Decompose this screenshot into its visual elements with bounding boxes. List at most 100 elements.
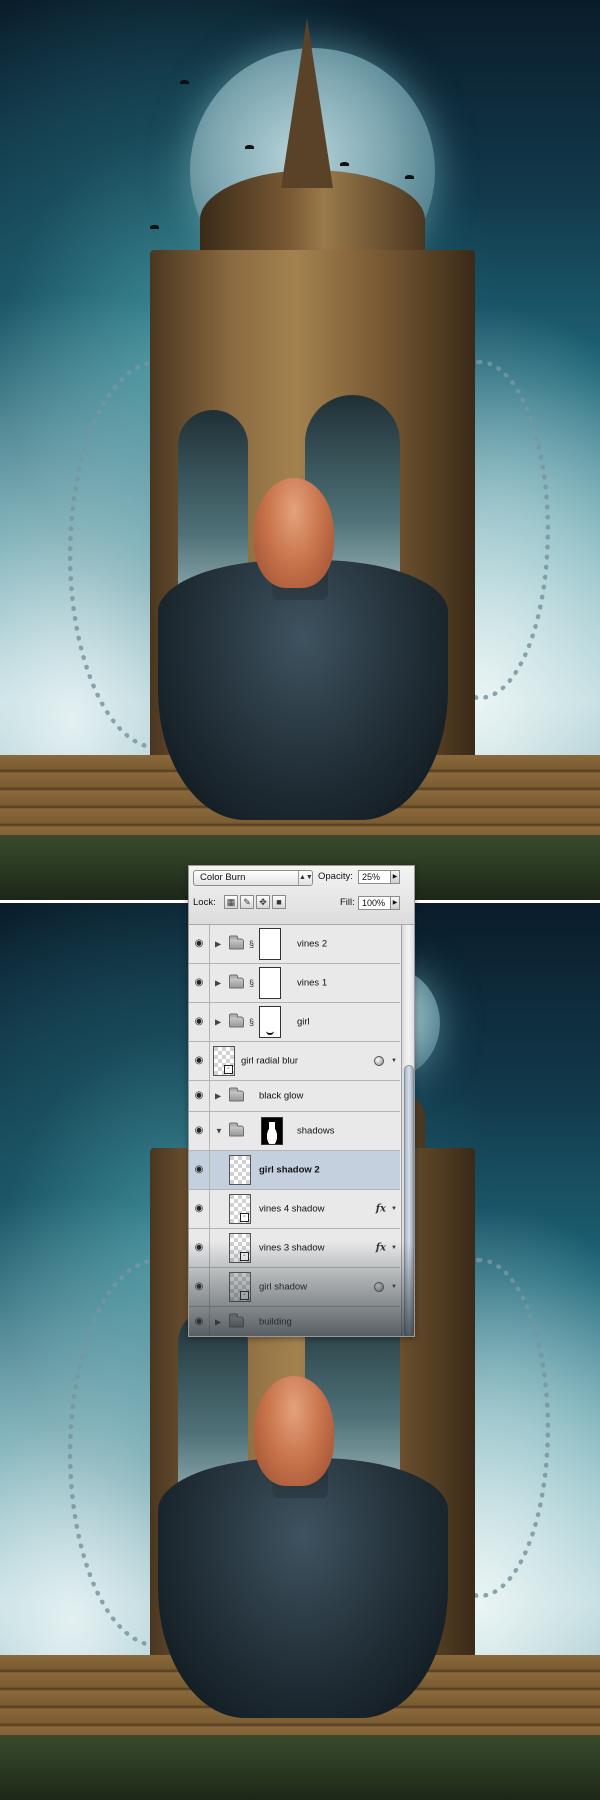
layers-scrollbar[interactable] — [401, 925, 414, 1336]
lock-image-pixels-button[interactable]: ✎ — [240, 895, 254, 909]
layer-name: vines 2 — [297, 938, 328, 950]
scrollbar-thumb[interactable] — [404, 1065, 414, 1336]
opacity-dropdown-arrow-icon[interactable]: ▶ — [390, 870, 400, 884]
layer-mask-thumbnail[interactable] — [259, 1006, 281, 1038]
fill-value: 100% — [362, 898, 386, 908]
expand-arrow-icon[interactable]: ▼ — [391, 1284, 397, 1290]
visibility-eye-icon[interactable]: ◉ — [189, 1042, 210, 1080]
visibility-eye-icon[interactable]: ◉ — [189, 964, 210, 1002]
smart-object-icon: ▫ — [240, 1213, 249, 1222]
layer-name: vines 3 shadow — [259, 1242, 325, 1254]
smart-object-icon: ▫ — [240, 1291, 249, 1300]
layer-thumbnail[interactable]: ▫ — [229, 1194, 251, 1224]
visibility-eye-icon[interactable]: ◉ — [189, 1268, 210, 1306]
layers-panel: Color Burn ▲▼ Opacity: 25% ▶ Lock: ▦ ✎ ✥… — [188, 865, 415, 1337]
layer-row-girl-shadow-2[interactable]: ◉ girl shadow 2 — [189, 1151, 400, 1190]
layer-row-girl-shadow[interactable]: ◉ ▫ girl shadow ▼ — [189, 1268, 400, 1307]
layer-mask-thumbnail[interactable] — [261, 1117, 283, 1145]
layer-thumbnail[interactable]: ▫ — [229, 1233, 251, 1263]
folder-icon — [229, 1313, 244, 1328]
layers-panel-options: Color Burn ▲▼ Opacity: 25% ▶ Lock: ▦ ✎ ✥… — [189, 866, 414, 925]
collapse-triangle-icon[interactable]: ▼ — [215, 1127, 223, 1136]
link-chain-icon[interactable]: § — [249, 939, 254, 949]
opacity-field[interactable]: 25% ▶ — [358, 870, 400, 884]
link-chain-icon[interactable]: § — [249, 978, 254, 988]
grass-ground — [0, 1735, 600, 1800]
layer-mask-thumbnail[interactable] — [259, 928, 281, 960]
layer-name: girl shadow 2 — [259, 1164, 320, 1176]
visibility-eye-icon[interactable]: ◉ — [189, 1307, 210, 1336]
layer-thumbnail[interactable]: ▫ — [213, 1046, 235, 1076]
bird — [180, 80, 189, 84]
layer-row-black-glow[interactable]: ◉ ▶ black glow — [189, 1081, 400, 1112]
smart-object-icon: ▫ — [240, 1252, 249, 1261]
expand-triangle-icon[interactable]: ▶ — [215, 979, 221, 988]
lock-transparent-pixels-button[interactable]: ▦ — [224, 895, 238, 909]
girl-hair — [254, 478, 334, 588]
bird — [405, 175, 414, 179]
layer-effects-fx-icon[interactable]: fx — [376, 1243, 386, 1254]
tower-spire — [281, 18, 333, 188]
smart-filter-icon[interactable] — [374, 1056, 384, 1066]
layer-name: girl — [297, 1016, 310, 1028]
blend-mode-value: Color Burn — [200, 872, 246, 883]
layer-thumbnail[interactable] — [229, 1155, 251, 1185]
layer-name: girl radial blur — [241, 1055, 299, 1067]
chevron-updown-icon: ▲▼ — [298, 871, 313, 885]
layer-name: shadows — [297, 1125, 335, 1137]
layer-row-shadows[interactable]: ◉ ▼ shadows — [189, 1112, 400, 1151]
blend-mode-select[interactable]: Color Burn ▲▼ — [193, 870, 313, 886]
folder-icon — [229, 935, 244, 950]
expand-triangle-icon[interactable]: ▶ — [215, 1318, 221, 1327]
layer-list: ◉ ▶ § vines 2 ◉ ▶ § vines 1 ◉ ▶ § girl ◉ — [189, 925, 400, 1336]
layer-thumbnail[interactable]: ▫ — [229, 1272, 251, 1302]
folder-icon — [229, 1087, 244, 1102]
fill-field[interactable]: 100% ▶ — [358, 896, 400, 910]
visibility-eye-icon[interactable]: ◉ — [189, 1003, 210, 1041]
layer-effects-fx-icon[interactable]: fx — [376, 1204, 386, 1215]
layer-mask-thumbnail[interactable] — [259, 967, 281, 999]
visibility-eye-icon[interactable]: ◉ — [189, 925, 210, 963]
lock-all-button[interactable]: ■ — [272, 895, 286, 909]
fill-label: Fill: — [340, 897, 355, 908]
girl-hair — [254, 1376, 334, 1486]
bird — [150, 225, 159, 229]
expand-triangle-icon[interactable]: ▶ — [215, 1092, 221, 1101]
expand-arrow-icon[interactable]: ▼ — [391, 1245, 397, 1251]
layer-row-vines-1[interactable]: ◉ ▶ § vines 1 — [189, 964, 400, 1003]
visibility-eye-icon[interactable]: ◉ — [189, 1190, 210, 1228]
layer-name: vines 1 — [297, 977, 328, 989]
folder-icon — [229, 1122, 244, 1137]
visibility-eye-icon[interactable]: ◉ — [189, 1112, 210, 1150]
lock-label: Lock: — [193, 897, 216, 908]
layer-name: girl shadow — [259, 1281, 308, 1293]
visibility-eye-icon[interactable]: ◉ — [189, 1229, 210, 1267]
layer-name: vines 4 shadow — [259, 1203, 325, 1215]
artwork-before — [0, 0, 600, 900]
opacity-value: 25% — [362, 872, 381, 882]
opacity-label: Opacity: — [318, 871, 353, 882]
layer-name: black glow — [259, 1090, 304, 1102]
visibility-eye-icon[interactable]: ◉ — [189, 1081, 210, 1111]
layer-row-building[interactable]: ◉ ▶ building — [189, 1307, 400, 1336]
bird — [340, 162, 349, 166]
layer-row-girl[interactable]: ◉ ▶ § girl — [189, 1003, 400, 1042]
smart-filter-icon[interactable] — [374, 1282, 384, 1292]
layer-row-vines-2[interactable]: ◉ ▶ § vines 2 — [189, 925, 400, 964]
expand-triangle-icon[interactable]: ▶ — [215, 940, 221, 949]
layer-row-girl-radial-blur[interactable]: ◉ ▫ girl radial blur ▼ — [189, 1042, 400, 1081]
bird — [245, 145, 254, 149]
expand-triangle-icon[interactable]: ▶ — [215, 1018, 221, 1027]
layer-row-vines-3-shadow[interactable]: ◉ ▫ vines 3 shadow fx ▼ — [189, 1229, 400, 1268]
expand-arrow-icon[interactable]: ▼ — [391, 1206, 397, 1212]
layer-row-vines-4-shadow[interactable]: ◉ ▫ vines 4 shadow fx ▼ — [189, 1190, 400, 1229]
lock-position-button[interactable]: ✥ — [256, 895, 270, 909]
folder-icon — [229, 974, 244, 989]
link-chain-icon[interactable]: § — [249, 1017, 254, 1027]
smart-object-icon: ▫ — [224, 1065, 233, 1074]
layer-name: building — [259, 1316, 292, 1328]
visibility-eye-icon[interactable]: ◉ — [189, 1151, 210, 1189]
expand-arrow-icon[interactable]: ▼ — [391, 1058, 397, 1064]
folder-icon — [229, 1013, 244, 1028]
fill-dropdown-arrow-icon[interactable]: ▶ — [390, 896, 400, 910]
